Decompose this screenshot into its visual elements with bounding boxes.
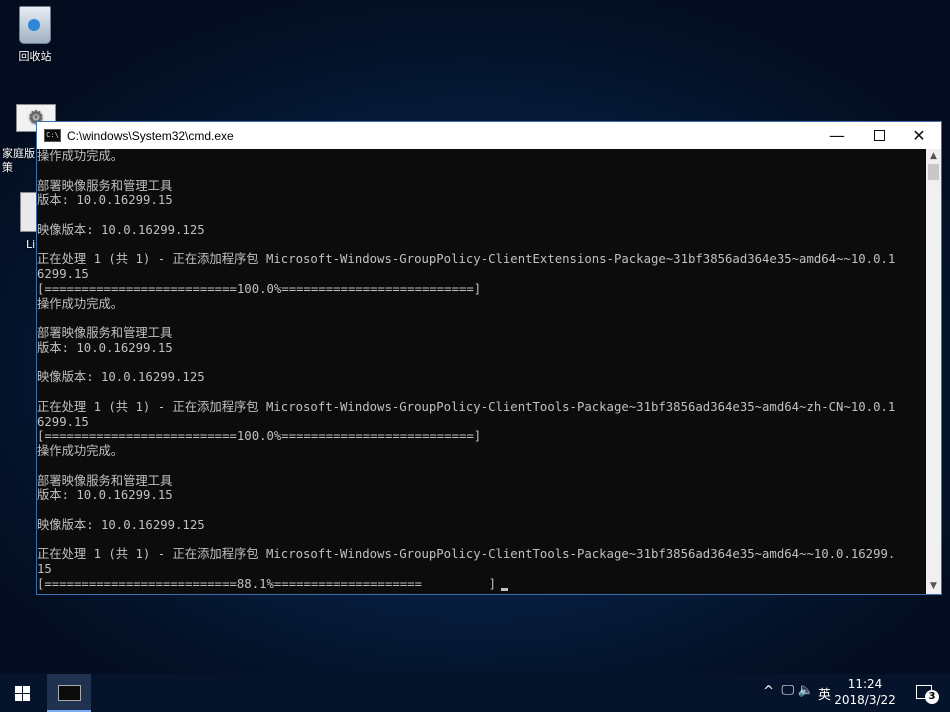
scroll-thumb[interactable] — [928, 164, 939, 180]
progress-line: [==========================88.1%========… — [37, 577, 926, 592]
console-icon — [58, 685, 81, 701]
recycle-bin-icon[interactable]: 回收站 — [0, 6, 70, 64]
show-hidden-icons-button[interactable]: ^ — [763, 684, 774, 699]
minimize-button[interactable]: — — [815, 122, 859, 149]
recycle-bin-label: 回收站 — [18, 50, 52, 63]
notification-badge: 3 — [925, 690, 939, 704]
console-line: 映像版本: 10.0.16299.125 — [37, 370, 205, 385]
console-line: [==========================100.0%=======… — [37, 429, 482, 444]
vertical-scrollbar[interactable]: ▲ ▼ — [926, 149, 941, 594]
console-line: 映像版本: 10.0.16299.125 — [37, 222, 205, 237]
start-button[interactable] — [0, 674, 46, 712]
close-button[interactable]: ✕ — [897, 122, 941, 149]
scroll-up-icon[interactable]: ▲ — [926, 149, 941, 164]
console-line: 15 — [37, 562, 52, 576]
progress-text: [==========================88.1%========… — [37, 576, 497, 591]
cmd-window[interactable]: C:\ C:\windows\System32\cmd.exe — ✕ 操作成功… — [36, 121, 942, 595]
console-line: 部署映像服务和管理工具 — [37, 178, 173, 193]
volume-icon[interactable]: 🔈 — [798, 683, 814, 698]
console-line: 正在处理 1 (共 1) - 正在添加程序包 Microsoft-Windows… — [37, 399, 896, 414]
console-line: 映像版本: 10.0.16299.125 — [37, 517, 205, 532]
window-title: C:\windows\System32\cmd.exe — [67, 128, 234, 143]
scroll-down-icon[interactable]: ▼ — [926, 579, 941, 594]
taskbar: ^ 🖵 🔈 英 11:24 2018/3/22 3 — [0, 674, 950, 712]
clock[interactable]: 11:24 2018/3/22 — [834, 676, 896, 708]
console-line: 正在处理 1 (共 1) - 正在添加程序包 Microsoft-Windows… — [37, 547, 896, 562]
clock-time: 11:24 — [847, 677, 883, 691]
network-icon[interactable]: 🖵 — [781, 683, 794, 698]
input-method-indicator[interactable]: 英 — [818, 684, 831, 703]
console-line: 操作成功完成。 — [37, 296, 124, 311]
windows-logo-icon — [15, 686, 30, 701]
console-line: 部署映像服务和管理工具 — [37, 473, 173, 488]
console-line: [==========================100.0%=======… — [37, 281, 482, 296]
trash-icon — [19, 6, 51, 44]
maximize-icon — [873, 130, 885, 141]
console-line: 版本: 10.0.16299.15 — [37, 193, 173, 208]
console-line: 6299.15 — [37, 267, 89, 281]
console-output[interactable]: 操作成功完成。 部署映像服务和管理工具 版本: 10.0.16299.15 映像版本:… — [37, 149, 926, 594]
console-line: 版本: 10.0.16299.15 — [37, 488, 173, 503]
console-line: 操作成功完成。 — [37, 149, 124, 163]
maximize-button[interactable] — [857, 122, 901, 149]
window-titlebar[interactable]: C:\ C:\windows\System32\cmd.exe — ✕ — [37, 122, 941, 149]
text-cursor — [501, 587, 509, 591]
license-label: Li — [26, 238, 36, 251]
group-policy-label: 家庭版 策 — [2, 147, 35, 174]
clock-date: 2018/3/22 — [834, 693, 896, 707]
console-icon: C:\ — [44, 129, 61, 142]
console-line: 操作成功完成。 — [37, 444, 124, 458]
console-line: 正在处理 1 (共 1) - 正在添加程序包 Microsoft-Windows… — [37, 252, 896, 267]
action-center-button[interactable]: 3 — [916, 682, 939, 704]
taskbar-cmd-button[interactable] — [47, 674, 91, 712]
console-line: 部署映像服务和管理工具 — [37, 326, 173, 340]
console-line: 6299.15 — [37, 414, 89, 429]
console-line: 版本: 10.0.16299.15 — [37, 340, 173, 355]
